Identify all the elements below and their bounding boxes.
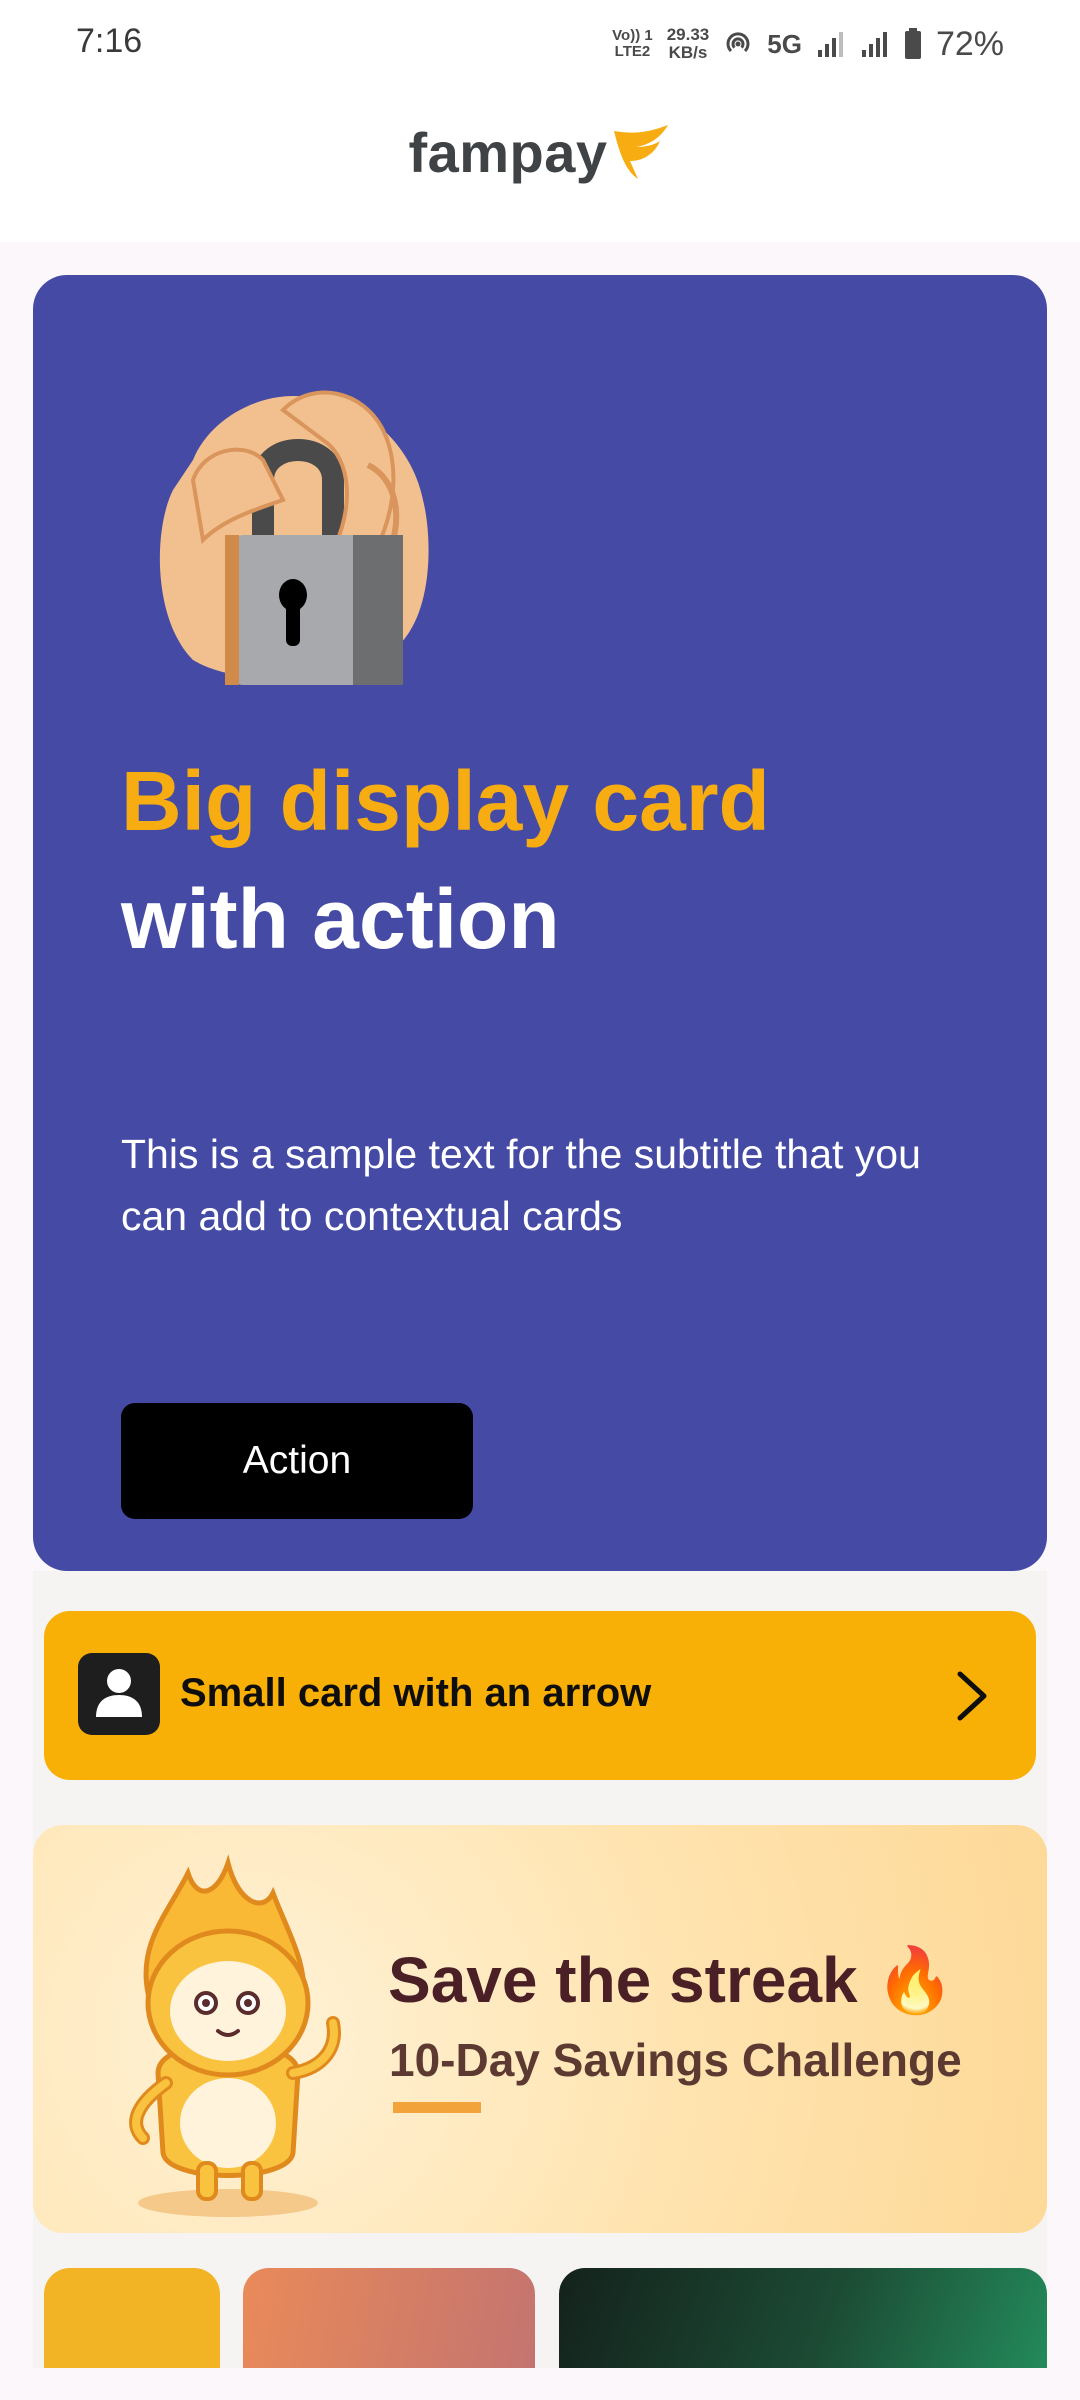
streak-title: Save the streak 🔥 (388, 1944, 956, 2016)
small-card-label: Small card with an arrow (180, 1671, 652, 1715)
hand-lock-illustration-icon (159, 390, 429, 685)
save-the-streak-banner[interactable]: Save the streak 🔥 10-Day Savings Challen… (33, 1825, 1047, 2233)
status-bar: 7:16 Vo)) 1 LTE2 29.33 KB/s 5G 72% (0, 0, 1080, 90)
card-title-highlight: Big display card (121, 754, 770, 848)
network-speed: 29.33 KB/s (667, 26, 710, 62)
volte-indicator: Vo)) 1 LTE2 (612, 28, 653, 60)
brand-name: fampay (408, 121, 608, 184)
speed-value: 29.33 (666, 25, 710, 44)
carousel-card-3[interactable] (559, 2268, 1047, 2368)
card-subtitle: This is a sample text for the subtitle t… (121, 1131, 921, 1239)
speed-unit: KB/s (668, 43, 708, 62)
volte-label: Vo)) 1 (612, 27, 653, 44)
battery-icon (904, 28, 921, 59)
brand-logo: fampay (0, 120, 1080, 185)
fampay-wing-logo-icon (613, 124, 668, 179)
app-header: fampay (0, 90, 1080, 242)
chevron-right-icon[interactable] (952, 1668, 992, 1724)
streak-subtitle: 10-Day Savings Challenge (389, 2034, 962, 2086)
big-display-card: Big display card with action This is a s… (33, 275, 1047, 1571)
status-indicators: Vo)) 1 LTE2 29.33 KB/s 5G 72% (612, 18, 1004, 70)
flame-mascot-icon (129, 1854, 341, 2217)
battery-percentage: 72% (935, 24, 1004, 63)
small-card-with-arrow[interactable]: Small card with an arrow (44, 1611, 1036, 1780)
lte-label: LTE2 (614, 43, 651, 60)
signal-5g-icon (817, 32, 843, 57)
streak-underline (393, 2102, 481, 2113)
card-title: with action (121, 872, 560, 966)
bottom-edge (0, 2368, 1080, 2400)
user-icon (78, 1653, 160, 1735)
signal-icon (861, 32, 887, 57)
action-button[interactable]: Action (121, 1403, 473, 1519)
status-time: 7:16 (76, 22, 143, 60)
carousel-card-1[interactable] (44, 2268, 220, 2368)
hotspot-icon (726, 32, 750, 53)
network-type: 5G (767, 28, 802, 59)
carousel-card-2[interactable] (243, 2268, 535, 2368)
